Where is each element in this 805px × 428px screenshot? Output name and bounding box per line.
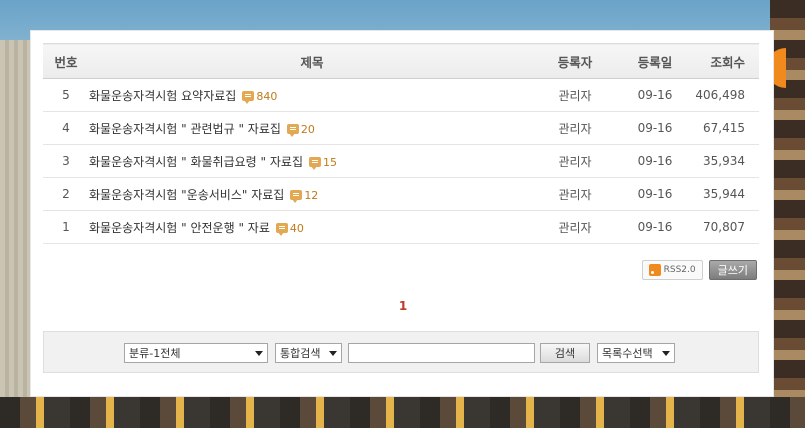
row-author: 관리자 [535,177,615,211]
row-views: 35,944 [695,177,759,211]
table-row: 5 화물운송자격시험 요약자료집 840 관리자 09-16 406,498 [43,78,759,112]
search-scope-select[interactable]: 통합검색 [275,343,342,363]
rss-icon [648,264,661,276]
row-views: 70,807 [695,210,759,244]
row-date: 09-16 [615,210,695,244]
header-views: 조회수 [710,54,745,70]
row-no: 5 [43,78,89,112]
row-title-link[interactable]: 화물운송자격시험 " 관련법규 " 자료집 [89,122,281,136]
board-panel: 번호 제목 등록자 등록일 조회수 5 화물운송자격시험 요약자료집 840 관리… [30,30,774,397]
comment-bubble-icon [308,156,321,170]
row-title-cell: 화물운송자격시험 " 관련법규 " 자료집 20 [89,111,535,145]
row-title-cell: 화물운송자격시험 " 화물취급요령 " 자료집 15 [89,144,535,178]
header-author: 등록자 [557,54,593,70]
search-button[interactable]: 검색 [540,343,590,363]
comment-count-value: 20 [300,122,315,136]
row-author: 관리자 [535,78,615,112]
comment-bubble-icon [290,189,303,203]
chevron-down-icon [329,350,337,356]
comment-count-value: 15 [322,155,337,169]
board-table: 번호 제목 등록자 등록일 조회수 5 화물운송자격시험 요약자료집 840 관리… [43,43,759,244]
row-no: 4 [43,111,89,145]
comment-count[interactable]: 15 [308,155,337,170]
rss-label: RSS2.0 [663,265,696,275]
chevron-down-icon [662,350,670,356]
row-no: 3 [43,144,89,178]
comment-count-value: 12 [304,188,319,202]
row-views: 35,934 [695,144,759,178]
board-actions: RSS2.0 글쓰기 [641,260,757,280]
search-scope-value: 통합검색 [280,347,321,360]
row-author: 관리자 [535,144,615,178]
header-no: 번호 [54,54,78,70]
row-date: 09-16 [615,144,695,178]
page-link-current[interactable]: 1 [399,299,407,313]
row-title-cell: 화물운송자격시험 "운송서비스" 자료집 12 [89,177,535,211]
header-date: 등록일 [637,54,673,70]
table-row: 2 화물운송자격시험 "운송서비스" 자료집 12 관리자 09-16 35,94… [43,177,759,211]
comment-count-value: 840 [256,89,278,103]
row-date: 09-16 [615,177,695,211]
pagination: 1 [31,299,775,313]
row-views: 67,415 [695,111,759,145]
row-date: 09-16 [615,111,695,145]
row-author: 관리자 [535,210,615,244]
write-button[interactable]: 글쓰기 [708,260,757,280]
row-title-cell: 화물운송자격시험 " 안전운행 " 자료 40 [89,210,535,244]
row-views: 406,498 [695,78,759,112]
category-select-value: 분류-1전체 [129,347,181,360]
row-title-link[interactable]: 화물운송자격시험 " 안전운행 " 자료 [89,221,270,235]
comment-count-value: 40 [289,221,304,235]
background-container-bottom [0,397,805,428]
row-title-link[interactable]: 화물운송자격시험 요약자료집 [89,89,236,103]
comment-count[interactable]: 12 [290,188,319,203]
row-no: 1 [43,210,89,244]
search-input[interactable] [348,343,535,363]
table-row: 4 화물운송자격시험 " 관련법규 " 자료집 20 관리자 09-16 67,4… [43,111,759,145]
rss-button[interactable]: RSS2.0 [641,260,703,280]
row-title-link[interactable]: 화물운송자격시험 "운송서비스" 자료집 [89,188,284,202]
comment-count[interactable]: 20 [286,122,315,137]
header-title: 제목 [300,54,324,70]
table-row: 3 화물운송자격시험 " 화물취급요령 " 자료집 15 관리자 09-16 35… [43,144,759,178]
search-bar: 분류-1전체 통합검색 검색 목록수선택 [43,331,759,373]
comment-count[interactable]: 840 [242,89,278,104]
table-header-row: 번호 제목 등록자 등록일 조회수 [43,43,759,79]
comment-bubble-icon [286,123,299,137]
list-count-value: 목록수선택 [602,347,653,360]
category-select[interactable]: 분류-1전체 [124,343,268,363]
chevron-down-icon [255,350,263,356]
comment-bubble-icon [275,222,288,236]
list-count-select[interactable]: 목록수선택 [597,343,675,363]
row-title-link[interactable]: 화물운송자격시험 " 화물취급요령 " 자료집 [89,155,303,169]
table-row: 1 화물운송자격시험 " 안전운행 " 자료 40 관리자 09-16 70,80… [43,210,759,244]
row-no: 2 [43,177,89,211]
comment-count[interactable]: 40 [275,221,304,236]
row-author: 관리자 [535,111,615,145]
comment-bubble-icon [242,90,255,104]
row-date: 09-16 [615,78,695,112]
row-title-cell: 화물운송자격시험 요약자료집 840 [89,78,535,112]
